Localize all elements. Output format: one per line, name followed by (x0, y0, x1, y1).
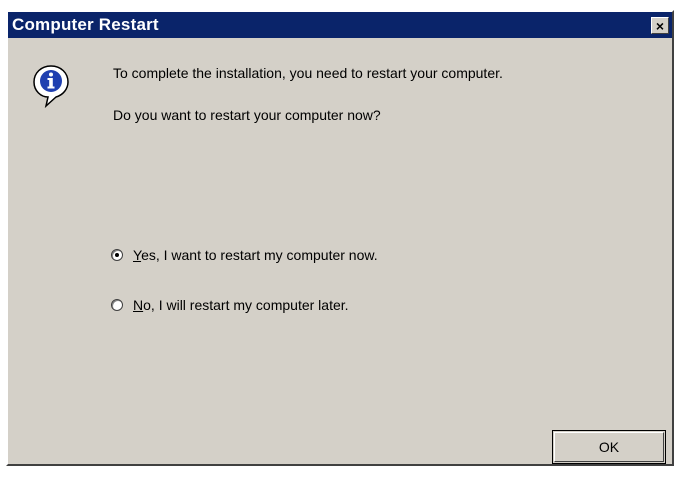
restart-now-option[interactable]: Yes, I want to restart my computer now. (111, 247, 378, 263)
info-icon (33, 65, 69, 108)
restart-later-label: No, I will restart my computer later. (133, 297, 349, 313)
computer-restart-dialog: Computer Restart × To complete the insta… (6, 10, 674, 466)
dialog-title: Computer Restart (12, 15, 159, 34)
message-install-complete: To complete the installation, you need t… (113, 65, 503, 81)
close-icon: × (655, 17, 665, 34)
ok-button[interactable]: OK (552, 430, 666, 464)
restart-later-text: o, I will restart my computer later. (143, 297, 349, 313)
restart-now-text: es, I want to restart my computer now. (141, 247, 378, 263)
restart-later-radio[interactable] (111, 299, 123, 311)
message-restart-question: Do you want to restart your computer now… (113, 107, 381, 123)
restart-now-label: Yes, I want to restart my computer now. (133, 247, 378, 263)
restart-now-mnemonic: Y (133, 247, 142, 263)
title-bar[interactable]: Computer Restart × (8, 12, 672, 38)
restart-now-radio[interactable] (111, 249, 123, 261)
restart-later-option[interactable]: No, I will restart my computer later. (111, 297, 349, 313)
ok-button-label: OK (598, 439, 620, 455)
ok-button-face: OK (554, 432, 664, 462)
restart-later-mnemonic: N (133, 297, 144, 313)
close-button[interactable]: × (651, 16, 669, 34)
radio-selected-dot (115, 253, 119, 257)
